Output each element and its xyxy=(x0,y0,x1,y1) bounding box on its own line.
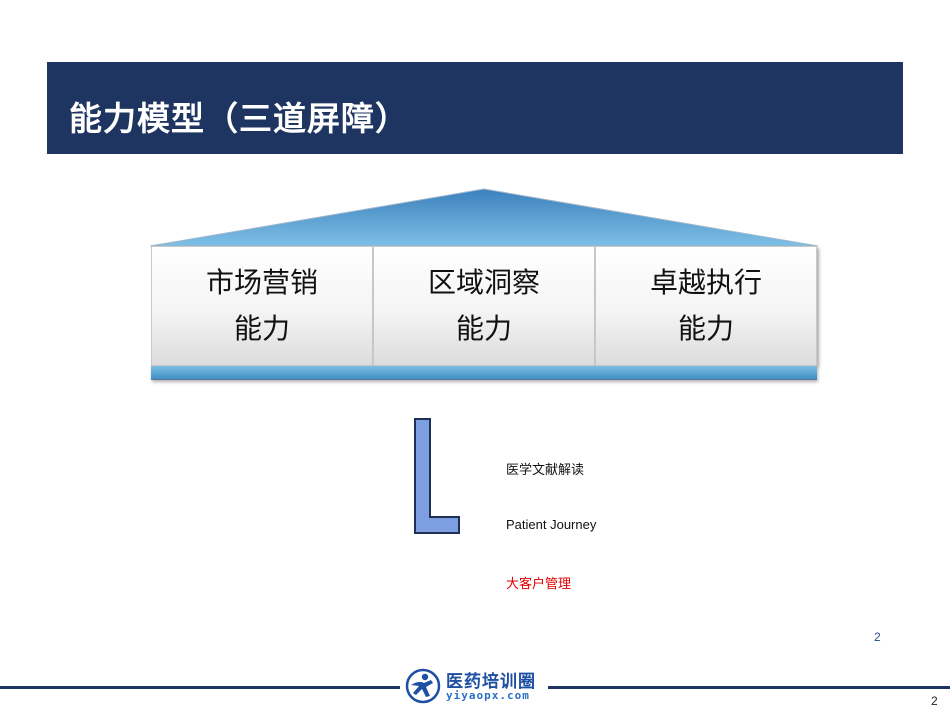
list-item-literature: 医学文献解读 xyxy=(506,463,585,478)
footer-line-left xyxy=(0,686,400,689)
roof-triangle xyxy=(150,188,818,247)
footer-line-right xyxy=(548,686,950,689)
slide-number: 2 xyxy=(874,630,881,644)
pillar-label-line1: 市场营销 xyxy=(205,266,318,299)
pillar-execution: 卓越执行 能力 xyxy=(595,246,817,366)
running-figure-icon xyxy=(405,668,441,704)
pillar-label-line1: 区域洞察 xyxy=(427,266,540,299)
pillars-group: 市场营销 能力 区域洞察 能力 卓越执行 能力 xyxy=(151,246,817,366)
page-number: 2 xyxy=(931,694,938,708)
l-shape-bracket xyxy=(414,418,460,534)
pillar-label-line2: 能力 xyxy=(233,312,290,345)
title-bar: 能力模型（三道屏障） xyxy=(47,62,903,154)
pillar-regional-insight: 区域洞察 能力 xyxy=(373,246,595,366)
list-item-patient-journey: Patient Journey xyxy=(506,517,597,532)
pillar-label-line1: 卓越执行 xyxy=(649,266,762,299)
list-item-key-accounts: 大客户管理 xyxy=(506,577,572,592)
logo-url: yiyaopx.com xyxy=(446,689,530,702)
pillars-base xyxy=(151,366,817,380)
pillar-label-line2: 能力 xyxy=(455,312,512,345)
pillar-label-line2: 能力 xyxy=(677,312,734,345)
slide-title: 能力模型（三道屏障） xyxy=(69,99,409,138)
pillar-marketing: 市场营销 能力 xyxy=(151,246,373,366)
